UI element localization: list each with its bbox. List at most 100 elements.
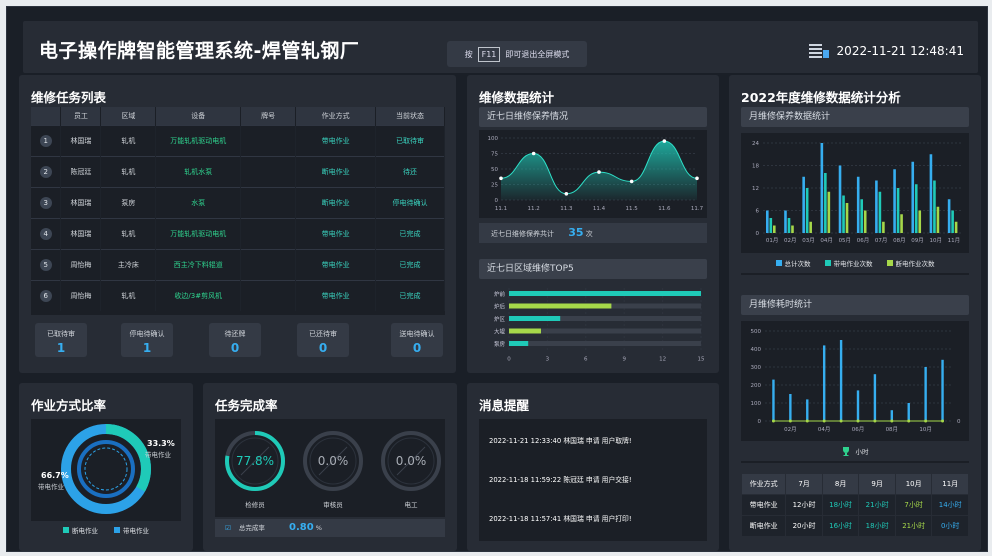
complete-panel-title: 任务完成率 <box>215 398 278 413</box>
bar[interactable] <box>878 191 882 233</box>
bar[interactable] <box>951 210 954 234</box>
annual-panel: 2022年度维修数据统计分析 月维修保养数据统计 0 6 12 18 24 01月 02月 0… <box>729 75 981 551</box>
bar[interactable] <box>907 403 910 421</box>
bar[interactable] <box>911 161 915 233</box>
status-card[interactable]: 已还待审 0 <box>297 323 349 357</box>
data-point[interactable] <box>856 419 860 423</box>
bar[interactable] <box>890 410 894 421</box>
bar[interactable] <box>914 184 918 233</box>
bar[interactable] <box>784 210 787 234</box>
bar[interactable] <box>509 316 561 321</box>
bar[interactable] <box>509 291 701 296</box>
table-cell: 6 <box>31 279 62 311</box>
table-row[interactable]: 3 林国瑞 泵房 水泵 断电作业 停电待确认 <box>31 186 445 218</box>
bar[interactable] <box>918 210 922 234</box>
legend-off-label: 断电作业次数 <box>895 260 935 268</box>
table-row[interactable]: 带电作业 12小时 18小时 21小时 7小时 14小时 <box>740 494 969 516</box>
data-point[interactable] <box>531 151 536 156</box>
x-tick-label: 11.4 <box>593 206 606 212</box>
bar[interactable] <box>806 399 809 421</box>
bar[interactable] <box>856 176 860 233</box>
bar[interactable] <box>789 394 792 421</box>
dashboard-screen: 电子操作牌智能管理系统-焊管轧钢厂 按 F11 即可退出全屏模式 2022-11… <box>6 6 988 552</box>
status-card[interactable]: 待还牌 0 <box>209 323 261 357</box>
bar[interactable] <box>863 210 867 234</box>
bar[interactable] <box>802 176 805 233</box>
status-card[interactable]: 已取待审 1 <box>35 323 87 357</box>
data-point[interactable] <box>822 419 826 423</box>
bar[interactable] <box>900 214 903 233</box>
bar[interactable] <box>947 199 951 233</box>
bar[interactable] <box>791 225 794 234</box>
message-item[interactable]: 2022-11-21 12:33:40 林国瑞 申请 用户取牌! <box>489 435 632 445</box>
bar[interactable] <box>929 154 933 233</box>
table-row[interactable]: 作业方式 7月 8月 9月 10月 11月 <box>740 473 969 495</box>
bar[interactable] <box>954 221 958 233</box>
message-item[interactable]: 2022-11-18 11:57:41 林国瑞 申请 用户打印! <box>489 513 632 523</box>
row-number: 4 <box>39 227 52 240</box>
bar[interactable] <box>860 199 864 233</box>
table-row[interactable]: 4 林国瑞 轧机 万能轧机驱动电机 带电作业 已完成 <box>31 217 445 249</box>
table-row[interactable]: 2 陈冠廷 轧机 轧机水泵 断电作业 待还 <box>31 155 445 187</box>
data-point[interactable] <box>890 419 894 423</box>
bar[interactable] <box>838 165 842 234</box>
data-point[interactable] <box>924 419 928 423</box>
bar[interactable] <box>773 225 776 234</box>
bar[interactable] <box>805 188 809 233</box>
bar[interactable] <box>787 218 791 233</box>
data-point[interactable] <box>597 170 601 174</box>
bar[interactable] <box>856 390 860 421</box>
data-point[interactable] <box>695 176 699 181</box>
bar[interactable] <box>509 341 529 346</box>
data-point[interactable] <box>771 419 775 423</box>
message-item[interactable]: 2022-11-18 11:59:22 陈冠廷 申请 用户交接! <box>489 474 632 484</box>
bar[interactable] <box>873 374 877 421</box>
bar[interactable] <box>845 203 849 233</box>
bar[interactable] <box>936 206 940 233</box>
bar[interactable] <box>509 303 612 309</box>
bar[interactable] <box>933 180 936 234</box>
cell-text: 带电作业 <box>749 501 778 509</box>
table-row[interactable]: 1 林国瑞 轧机 万能轧机驱动电机 带电作业 已取待审 <box>31 124 445 156</box>
row-number: 6 <box>39 289 52 302</box>
bar[interactable] <box>824 173 827 233</box>
mode-legend-off-label: 断电作业 <box>72 527 98 535</box>
bar[interactable] <box>882 221 885 233</box>
bar[interactable] <box>896 188 900 233</box>
status-card[interactable]: 停电待确认 1 <box>121 323 173 357</box>
data-point[interactable] <box>805 419 809 423</box>
table-cell: 带电作业 <box>295 217 377 249</box>
bar[interactable] <box>822 345 826 421</box>
list-icon[interactable] <box>808 43 829 59</box>
bar[interactable] <box>509 328 541 334</box>
table-row[interactable]: 5 周怡梅 主冷床 西主冷下料辊道 带电作业 已完成 <box>31 248 445 280</box>
data-point[interactable] <box>788 419 792 423</box>
bar[interactable] <box>893 169 896 233</box>
bar[interactable] <box>820 143 824 233</box>
bar[interactable] <box>772 379 775 421</box>
table-row[interactable]: 6 周怡梅 轧机 收边/3#剪风机 带电作业 已完成 <box>31 279 445 311</box>
data-point[interactable] <box>662 139 667 143</box>
bar[interactable] <box>941 359 944 421</box>
y-tick-label: 200 <box>751 383 762 389</box>
hours-legend: 小时 <box>741 441 969 461</box>
bar[interactable] <box>839 340 843 421</box>
data-point[interactable] <box>499 176 503 181</box>
data-point[interactable] <box>564 192 569 196</box>
data-point[interactable] <box>629 179 634 184</box>
bar[interactable] <box>875 180 878 234</box>
data-point[interactable] <box>941 419 945 423</box>
bar[interactable] <box>924 367 927 421</box>
bar[interactable] <box>766 210 769 234</box>
bar[interactable] <box>842 195 845 234</box>
table-row[interactable]: 断电作业 20小时 16小时 18小时 21小时 0小时 <box>740 515 969 537</box>
bar[interactable] <box>769 218 773 233</box>
bar[interactable] <box>809 221 812 233</box>
bar[interactable] <box>827 191 831 233</box>
data-point[interactable] <box>839 419 843 423</box>
top5-chart: 0 3 6 9 12 15 炉前炉后炉区大辊泵房 <box>494 288 705 363</box>
legend-live-label: 带电作业次数 <box>833 260 873 268</box>
status-card[interactable]: 送电待确认 0 <box>391 323 443 357</box>
data-point[interactable] <box>907 419 911 423</box>
data-point[interactable] <box>873 419 877 423</box>
